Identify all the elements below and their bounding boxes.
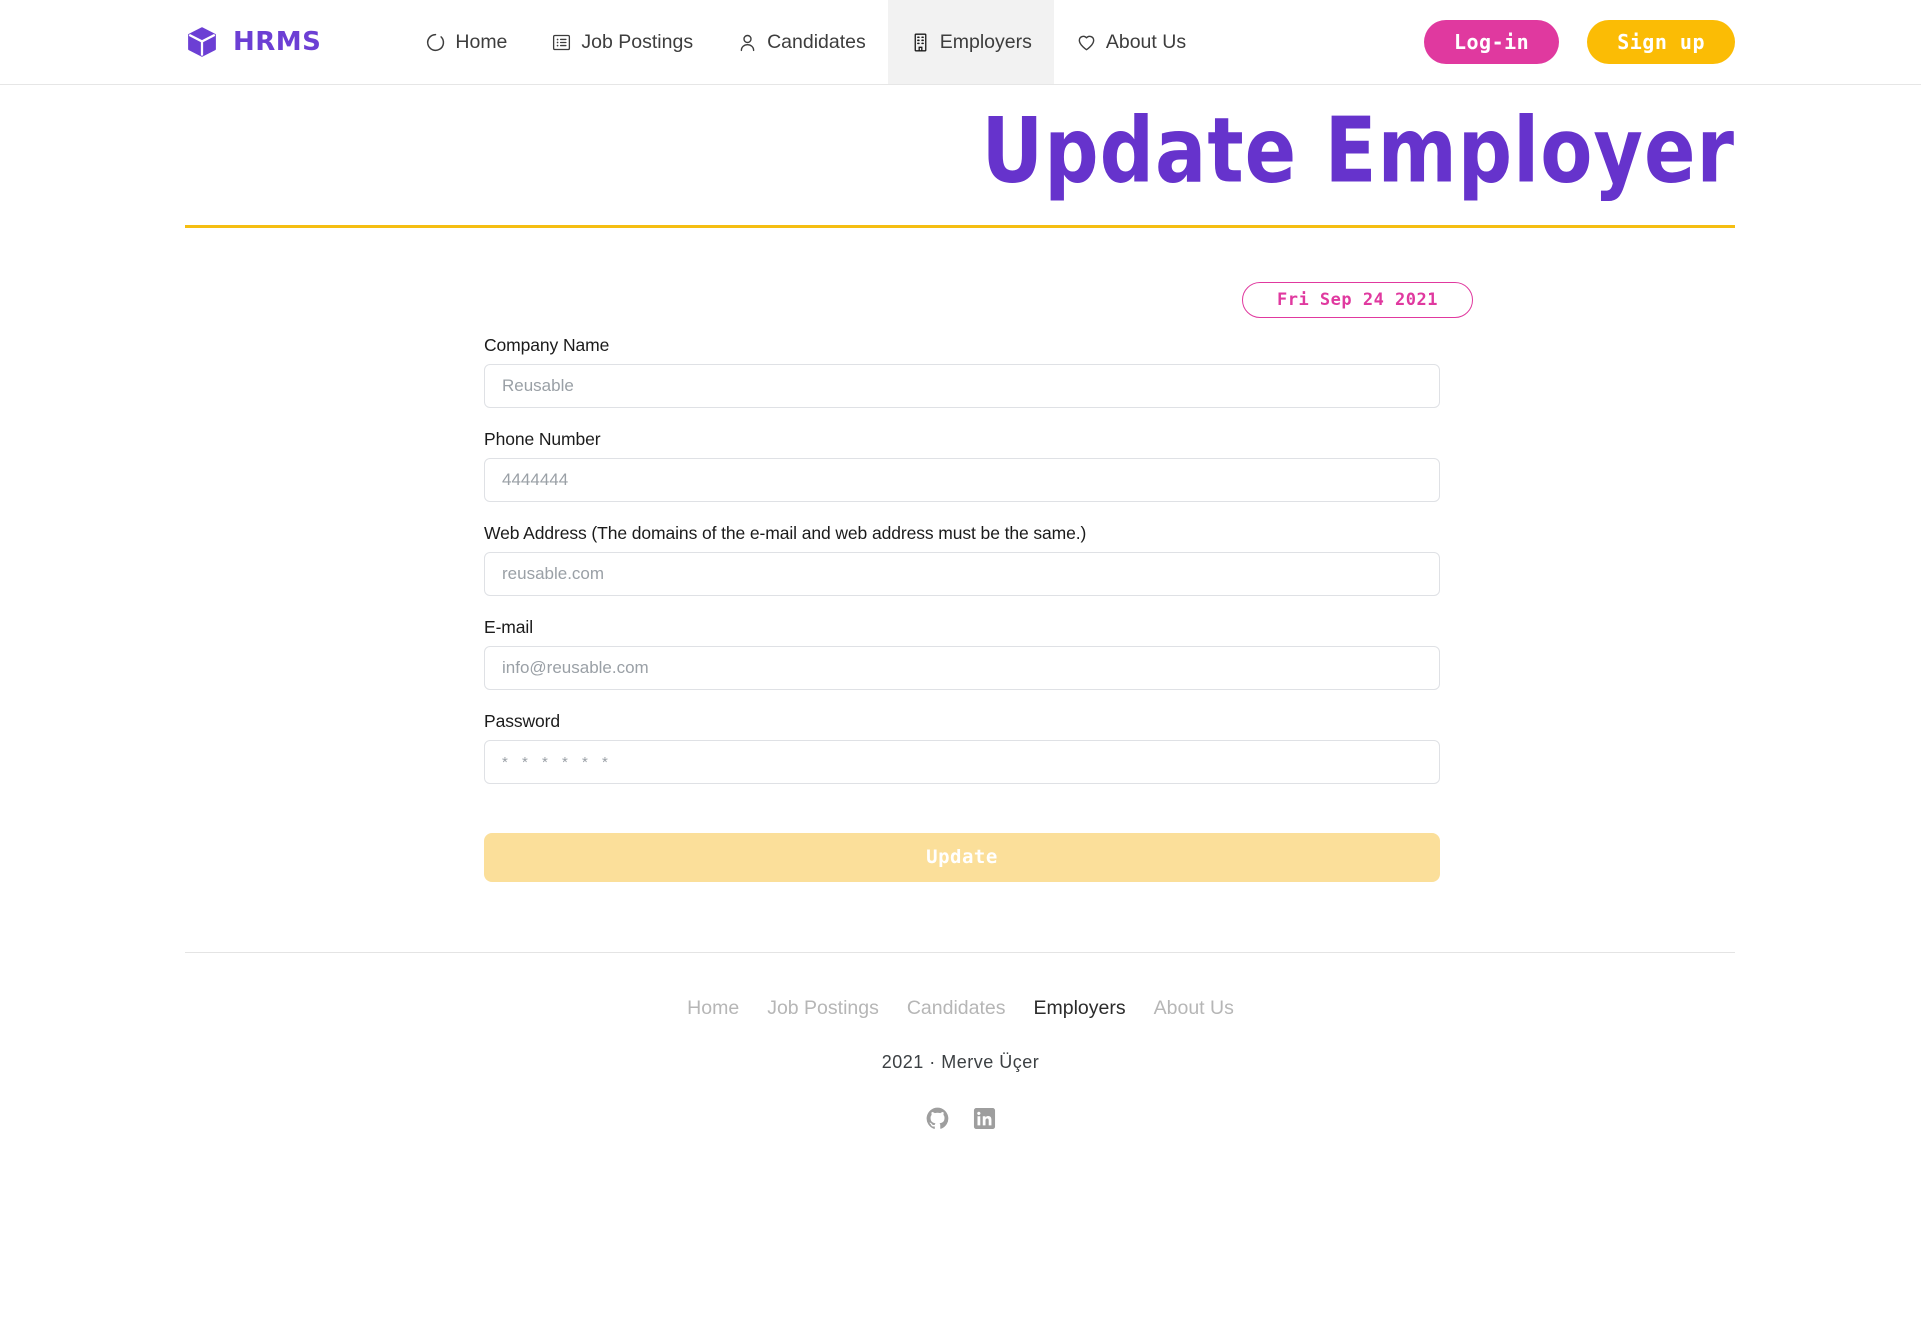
list-icon [551, 32, 572, 53]
footer-link-employers[interactable]: Employers [1034, 997, 1126, 1020]
email-input[interactable] [484, 645, 1440, 690]
nav-item-candidates[interactable]: Candidates [715, 0, 888, 84]
date-badge-row: Fri Sep 24 2021 [185, 281, 1736, 318]
label-email: E-mail [484, 616, 533, 637]
nav-item-employers[interactable]: Employers [887, 0, 1054, 84]
field-phone-number: Phone Number [484, 429, 1440, 502]
footer-social-links [0, 1107, 1921, 1130]
nav-label-home: Home [455, 30, 508, 53]
nav-item-job-postings[interactable]: Job Postings [529, 0, 715, 84]
site-header: HRMS Home Job Postings Candidates Employ… [0, 0, 1921, 85]
label-password: Password [484, 710, 561, 731]
heart-icon [1076, 32, 1097, 53]
github-icon[interactable] [926, 1107, 949, 1130]
field-password: Password [484, 711, 1440, 784]
page-title: Update Employer [981, 97, 1735, 203]
status-badge-date: Fri Sep 24 2021 [1241, 281, 1473, 318]
nav-item-home[interactable]: Home [403, 0, 529, 84]
linkedin-icon[interactable] [973, 1107, 996, 1130]
footer-link-about-us[interactable]: About Us [1154, 997, 1234, 1020]
nav-label-employers: Employers [939, 30, 1032, 53]
nav-label-about-us: About Us [1105, 30, 1187, 53]
header-actions: Log-in Sign up [1423, 0, 1735, 84]
main-nav: Home Job Postings Candidates Employers A… [403, 0, 1208, 84]
label-company-name: Company Name [484, 334, 610, 355]
nav-item-about-us[interactable]: About Us [1054, 0, 1208, 84]
field-company-name: Company Name [484, 335, 1440, 408]
site-footer: Home Job Postings Candidates Employers A… [0, 953, 1921, 1130]
user-icon [737, 32, 758, 53]
footer-nav: Home Job Postings Candidates Employers A… [0, 997, 1921, 1020]
password-input[interactable] [484, 739, 1440, 784]
phone-number-input[interactable] [484, 457, 1440, 502]
main-content: Fri Sep 24 2021 Company Name Phone Numbe… [185, 281, 1736, 882]
brand-logo[interactable]: HRMS [185, 0, 331, 84]
signup-button[interactable]: Sign up [1587, 20, 1735, 64]
footer-link-candidates[interactable]: Candidates [907, 997, 1006, 1020]
update-employer-form: Company Name Phone Number Web Address (T… [484, 335, 1440, 882]
company-name-input[interactable] [484, 363, 1440, 408]
circle-icon [425, 32, 446, 53]
update-button[interactable]: Update [484, 832, 1440, 882]
nav-label-job-postings: Job Postings [581, 30, 694, 53]
footer-link-job-postings[interactable]: Job Postings [767, 997, 879, 1020]
footer-link-home[interactable]: Home [687, 997, 739, 1020]
web-address-input[interactable] [484, 551, 1440, 596]
login-button[interactable]: Log-in [1423, 20, 1560, 64]
field-web-address: Web Address (The domains of the e-mail a… [484, 523, 1440, 596]
brand-label: HRMS [233, 27, 322, 57]
field-email: E-mail [484, 617, 1440, 690]
cube-icon [185, 25, 219, 59]
footer-copyright: 2021 · Merve Üçer [881, 1051, 1040, 1072]
nav-label-candidates: Candidates [767, 30, 866, 53]
title-divider [185, 224, 1735, 228]
building-icon [910, 32, 931, 53]
label-web-address: Web Address (The domains of the e-mail a… [484, 522, 1087, 543]
label-phone-number: Phone Number [484, 428, 601, 449]
